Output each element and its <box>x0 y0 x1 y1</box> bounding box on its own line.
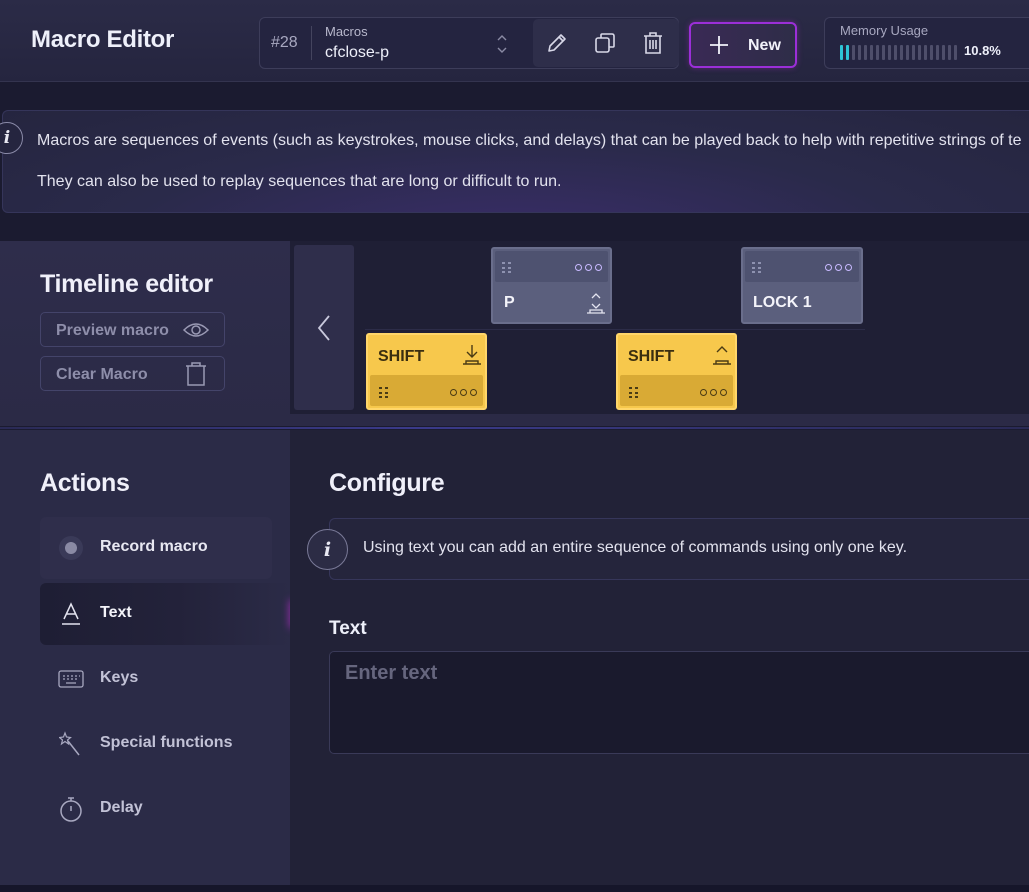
memory-bar-segment <box>954 45 957 60</box>
block-label: SHIFT <box>378 348 425 365</box>
timeline-title: Timeline editor <box>40 270 213 298</box>
action-label: Record macro <box>100 538 208 555</box>
configure-title: Configure <box>329 469 445 497</box>
plus-icon <box>710 36 728 54</box>
memory-bar-segment <box>894 45 897 60</box>
selector-divider <box>311 26 312 60</box>
action-record-macro[interactable]: Record macro <box>40 517 272 579</box>
macro-selector-label: Macros <box>325 24 368 39</box>
key-down-icon <box>463 345 481 365</box>
duplicate-macro-button[interactable] <box>585 23 625 63</box>
action-keys[interactable]: Keys <box>40 648 272 710</box>
trash-icon <box>644 32 662 54</box>
timeline-block-p[interactable]: P <box>491 247 612 324</box>
more-options-icon[interactable] <box>575 264 602 271</box>
preview-macro-button[interactable]: Preview macro <box>40 312 225 347</box>
info-banner-line-1: Macros are sequences of events (such as … <box>37 132 1022 149</box>
memory-bar-segment <box>846 45 849 60</box>
copy-icon <box>595 33 615 53</box>
action-delay[interactable]: Delay <box>40 778 272 840</box>
clear-macro-label: Clear Macro <box>56 366 148 383</box>
action-label: Keys <box>100 669 139 686</box>
action-label: Special functions <box>100 734 233 751</box>
memory-bar-segment <box>918 45 921 60</box>
action-label: Delay <box>100 799 143 816</box>
stopwatch-icon <box>58 796 84 822</box>
memory-bar-segment <box>900 45 903 60</box>
more-options-icon[interactable] <box>450 389 477 396</box>
memory-bar-segment <box>858 45 861 60</box>
text-input[interactable] <box>329 651 1029 754</box>
pencil-icon <box>548 34 566 52</box>
info-banner-line-2: They can also be used to replay sequence… <box>37 173 562 190</box>
clear-macro-button[interactable]: Clear Macro <box>40 356 225 391</box>
macro-actions-group <box>533 19 679 67</box>
memory-bar-segment <box>876 45 879 60</box>
chevron-up-down-icon[interactable] <box>496 32 508 56</box>
more-options-icon[interactable] <box>825 264 852 271</box>
timeline-divider <box>0 427 1029 429</box>
eye-icon <box>182 323 210 337</box>
actions-title: Actions <box>40 469 130 497</box>
timeline-block-shift-up[interactable]: SHIFT <box>616 333 737 410</box>
memory-usage-label: Memory Usage <box>840 23 929 38</box>
text-field-label: Text <box>329 618 367 639</box>
drag-handle-icon[interactable] <box>752 262 762 274</box>
action-special-functions[interactable]: Special functions <box>40 713 272 775</box>
memory-bar-segment <box>948 45 951 60</box>
key-up-down-icon <box>587 293 605 314</box>
memory-bar-segment <box>942 45 945 60</box>
chevron-left-icon <box>317 314 330 341</box>
timeline-block-lock-1[interactable]: LOCK 1 <box>741 247 863 324</box>
memory-usage-panel: Memory Usage 10.8% <box>824 17 1029 69</box>
keyboard-icon <box>58 666 84 692</box>
magic-wand-icon <box>58 731 84 757</box>
new-button-label: New <box>748 37 781 54</box>
key-up-icon <box>713 346 731 365</box>
drag-handle-icon[interactable] <box>379 387 389 399</box>
timeline-lane-separator <box>365 329 865 330</box>
new-macro-button[interactable]: New <box>689 22 797 68</box>
block-label: SHIFT <box>628 348 675 365</box>
block-label: LOCK 1 <box>753 294 812 311</box>
memory-bar-segment <box>840 45 843 60</box>
timeline-block-shift-down[interactable]: SHIFT <box>366 333 487 410</box>
more-options-icon[interactable] <box>700 389 727 396</box>
text-icon <box>58 601 84 627</box>
drag-handle-icon[interactable] <box>502 262 512 274</box>
preview-macro-label: Preview macro <box>56 322 169 339</box>
macro-selector-value[interactable]: cfclose-p <box>325 44 389 62</box>
delete-macro-button[interactable] <box>633 23 673 63</box>
memory-bar-segment <box>864 45 867 60</box>
action-label: Text <box>100 604 132 621</box>
drag-handle-icon[interactable] <box>629 387 639 399</box>
record-icon <box>58 535 84 561</box>
info-icon: i <box>307 529 348 570</box>
memory-usage-value: 10.8% <box>964 43 1001 58</box>
window-bottom-edge <box>0 885 1029 892</box>
memory-bar-segment <box>906 45 909 60</box>
memory-bar-segment <box>924 45 927 60</box>
memory-bar-segment <box>852 45 855 60</box>
configure-info-text: Using text you can add an entire sequenc… <box>363 539 908 556</box>
memory-bar-segment <box>912 45 915 60</box>
macro-number: #28 <box>271 34 298 51</box>
memory-bar-segment <box>882 45 885 60</box>
info-banner: i Macros are sequences of events (such a… <box>0 110 1029 213</box>
macro-selector[interactable]: #28 Macros cfclose-p <box>259 17 679 69</box>
trash-icon <box>186 362 206 386</box>
memory-bar-segment <box>936 45 939 60</box>
memory-usage-bar <box>840 45 957 60</box>
action-text[interactable]: Text <box>40 583 290 645</box>
rename-macro-button[interactable] <box>537 23 577 63</box>
app-title: Macro Editor <box>31 26 175 53</box>
block-label: P <box>504 294 515 311</box>
memory-bar-segment <box>870 45 873 60</box>
info-icon: i <box>0 122 23 154</box>
memory-bar-segment <box>888 45 891 60</box>
memory-bar-segment <box>930 45 933 60</box>
timeline-scroll-left-button[interactable] <box>294 245 354 410</box>
